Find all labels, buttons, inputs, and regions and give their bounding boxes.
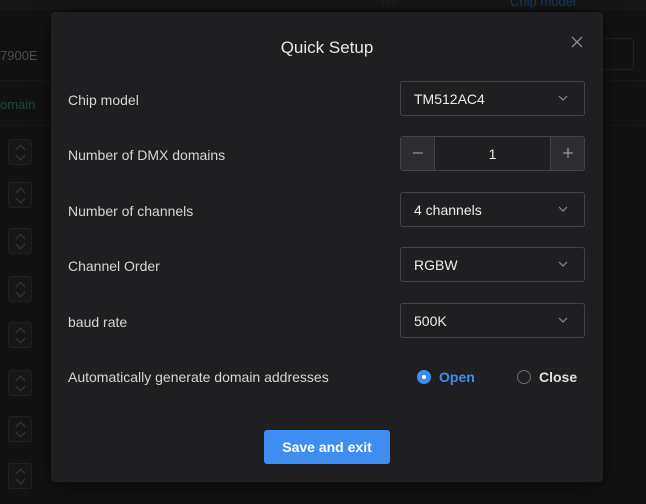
- baud-rate-value: 500K: [414, 313, 447, 329]
- increment-button[interactable]: [550, 137, 584, 170]
- chevron-down-icon: [558, 206, 568, 212]
- radio-open[interactable]: Open: [417, 367, 487, 387]
- save-and-exit-button[interactable]: Save and exit: [264, 430, 390, 464]
- quick-setup-dialog: Quick Setup Chip model TM512AC4 Number o…: [51, 12, 603, 482]
- dialog-title: Quick Setup: [280, 38, 374, 57]
- close-icon: [571, 36, 583, 48]
- dmx-domains-input[interactable]: 1: [435, 146, 550, 162]
- close-button[interactable]: [567, 32, 587, 52]
- channels-label: Number of channels: [68, 203, 194, 219]
- channel-order-select[interactable]: RGBW: [400, 247, 585, 282]
- radio-close[interactable]: Close: [517, 367, 587, 387]
- chevron-down-icon: [558, 317, 568, 323]
- chevron-down-icon: [558, 261, 568, 267]
- auto-generate-label: Automatically generate domain addresses: [68, 369, 329, 385]
- chevron-down-icon: [558, 95, 568, 101]
- radio-open-label: Open: [439, 369, 475, 385]
- chip-model-select[interactable]: TM512AC4: [400, 81, 585, 116]
- radio-close-label: Close: [539, 369, 578, 385]
- dmx-domains-label: Number of DMX domains: [68, 147, 226, 163]
- channel-order-label: Channel Order: [68, 258, 160, 274]
- chip-model-value: TM512AC4: [414, 91, 485, 107]
- radio-selected-icon: [417, 370, 431, 384]
- dmx-domains-stepper: 1: [400, 136, 585, 171]
- channel-order-value: RGBW: [414, 257, 458, 273]
- chip-model-label: Chip model: [68, 92, 139, 108]
- radio-unselected-icon: [517, 370, 531, 384]
- baud-rate-label: baud rate: [68, 314, 128, 330]
- channels-value: 4 channels: [414, 202, 482, 218]
- decrement-button[interactable]: [401, 137, 435, 170]
- minus-icon: [412, 152, 423, 154]
- plus-icon: [562, 148, 573, 158]
- channels-select[interactable]: 4 channels: [400, 192, 585, 227]
- baud-rate-select[interactable]: 500K: [400, 303, 585, 338]
